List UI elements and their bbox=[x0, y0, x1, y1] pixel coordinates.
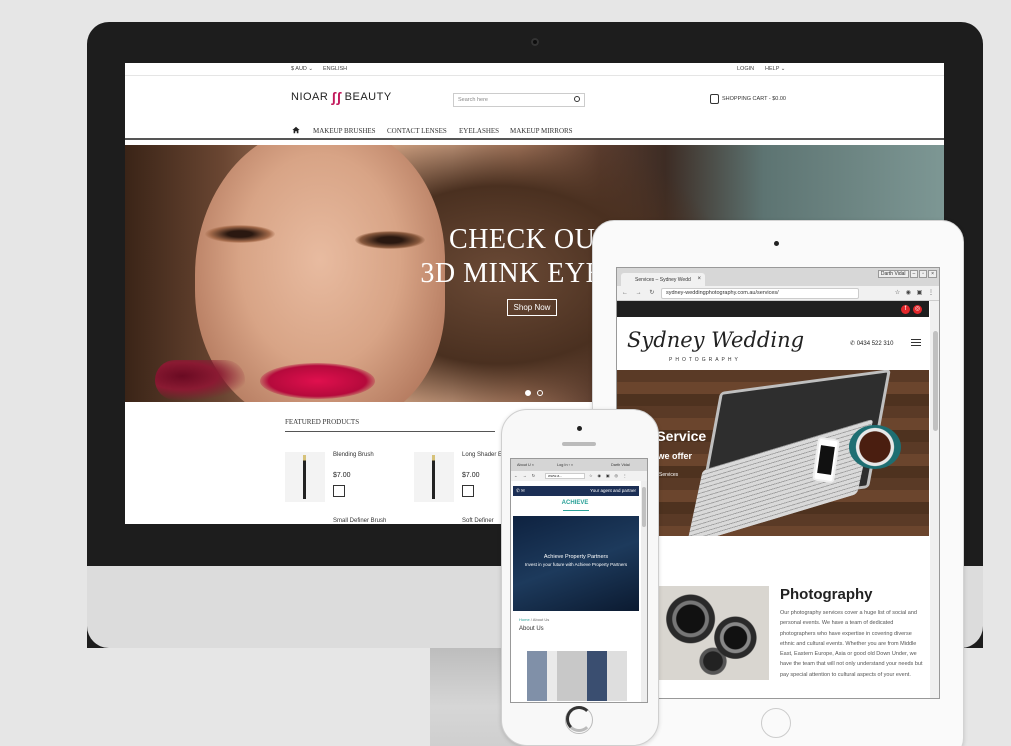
nioar-logo[interactable]: NIOAR ʃʃ BEAUTY bbox=[291, 89, 392, 105]
iphone-screen: About U × Log In ‹ × Darth Vidal ← → ↻ w… bbox=[510, 458, 648, 703]
window-controls: Darth Vidal – ▫ × bbox=[877, 270, 937, 278]
hero-subtitle: Invest in your future with Achieve Prope… bbox=[524, 562, 628, 567]
login-link[interactable]: LOGIN bbox=[737, 66, 754, 72]
breadcrumb-current: About Us bbox=[532, 617, 550, 622]
breadcrumb: Home / About Us bbox=[519, 617, 549, 622]
nav-item-makeup-mirrors[interactable]: MAKEUP MIRRORS bbox=[510, 127, 573, 135]
phone-number-text: 0434 522 310 bbox=[856, 341, 894, 347]
topbar-text: Your agent and partner bbox=[590, 488, 636, 493]
breadcrumb-home[interactable]: Home bbox=[519, 617, 530, 622]
browser-tab-strip: About U × Log In ‹ × Darth Vidal bbox=[511, 459, 647, 471]
product-name[interactable]: Long Shader E bbox=[462, 452, 502, 458]
scrollbar[interactable] bbox=[930, 301, 939, 698]
site-topbar bbox=[617, 301, 929, 317]
shopping-bag-icon bbox=[710, 94, 719, 104]
facebook-icon[interactable]: f bbox=[901, 305, 910, 314]
sydney-wedding-logo[interactable]: Sydney Wedding bbox=[627, 328, 804, 352]
ipad-screen: Services – Sydney Wedd × Darth Vidal – ▫… bbox=[616, 267, 940, 699]
logo-subtitle: PHOTOGRAPHY bbox=[669, 357, 741, 363]
hero-tea-cup bbox=[849, 425, 901, 469]
device-mockup-stage: $ AUD ⌄ ENGLISH LOGIN HELP ⌄ NIOAR ʃʃ BE… bbox=[0, 0, 1011, 746]
loading-spinner-icon bbox=[566, 706, 592, 732]
search-placeholder: Search here bbox=[458, 97, 488, 103]
product-name[interactable]: Soft Definer bbox=[462, 518, 494, 524]
extension-icons[interactable]: ☆ ◉ ▣ ⋮ bbox=[895, 289, 936, 296]
extension-icons[interactable]: ☆ ◉ ▣ ◎ ⋮ bbox=[589, 473, 629, 478]
iphone-camera bbox=[577, 426, 582, 431]
product-image[interactable] bbox=[414, 452, 454, 502]
product-name[interactable]: Blending Brush bbox=[333, 452, 374, 458]
add-to-cart-icon[interactable] bbox=[333, 485, 345, 497]
product-name[interactable]: Small Definer Brush bbox=[333, 518, 386, 524]
instagram-icon[interactable]: ◎ bbox=[913, 305, 922, 314]
product-price: $7.00 bbox=[462, 472, 480, 479]
product-price: $7.00 bbox=[333, 472, 351, 479]
scrollbar[interactable] bbox=[641, 481, 647, 702]
achieve-topbar: ✆ ✉ Your agent and partner bbox=[513, 486, 639, 496]
browser-tab[interactable]: About U × bbox=[517, 463, 534, 467]
language-selector[interactable]: ENGLISH bbox=[323, 66, 347, 72]
nav-item-contact-lenses[interactable]: CONTACT LENSES bbox=[387, 127, 447, 135]
slider-dot-active[interactable] bbox=[525, 390, 531, 396]
hero-title: Achieve Property Partners bbox=[543, 554, 609, 560]
logo-mark-icon: ʃʃ bbox=[331, 89, 342, 105]
tab-title: Services – Sydney Wedd bbox=[635, 277, 691, 283]
search-input[interactable]: Search here bbox=[453, 93, 585, 107]
imac-camera bbox=[531, 38, 539, 46]
hero-lips bbox=[260, 363, 375, 399]
browser-tab[interactable]: Services – Sydney Wedd × bbox=[621, 273, 705, 286]
featured-products-title: FEATURED PRODUCTS bbox=[285, 418, 495, 432]
close-tab-icon[interactable]: × bbox=[697, 276, 701, 282]
shop-now-button[interactable]: Shop Now bbox=[507, 299, 557, 316]
window-user-label: Darth Vidal bbox=[611, 463, 630, 467]
minimize-icon[interactable]: – bbox=[909, 270, 919, 278]
phone-number[interactable]: ✆ 0434 522 310 bbox=[850, 340, 893, 347]
maximize-icon[interactable]: ▫ bbox=[919, 270, 928, 278]
browser-toolbar: ← → ↻ ⌂ sydney-weddingphotography.com.au… bbox=[617, 286, 939, 301]
browser-nav-icons[interactable]: ← → ↻ bbox=[514, 473, 537, 478]
window-user-label: Darth Vidal bbox=[877, 270, 909, 278]
services-hero: r Service at we offer Services bbox=[617, 370, 929, 536]
product-image[interactable] bbox=[285, 452, 325, 502]
hero-eye-left bbox=[205, 225, 275, 243]
logo-right-text: BEAUTY bbox=[344, 91, 392, 103]
page-title: About Us bbox=[519, 626, 544, 632]
close-window-icon[interactable]: × bbox=[928, 270, 937, 278]
hero-nails bbox=[155, 360, 245, 400]
search-icon[interactable] bbox=[574, 96, 580, 102]
address-bar[interactable]: www.a... bbox=[545, 473, 585, 479]
section-title: Photography bbox=[780, 586, 873, 603]
cart-label: SHOPPING CART - $0.00 bbox=[722, 96, 786, 102]
browser-toolbar: ← → ↻ www.a... ☆ ◉ ▣ ◎ ⋮ bbox=[511, 471, 647, 481]
slider-dot[interactable] bbox=[537, 390, 543, 396]
browser-tab[interactable]: Log In ‹ × bbox=[557, 463, 573, 467]
nioar-topbar: $ AUD ⌄ ENGLISH LOGIN HELP ⌄ bbox=[125, 63, 944, 76]
add-to-cart-icon[interactable] bbox=[462, 485, 474, 497]
menu-icon[interactable] bbox=[911, 339, 921, 346]
home-icon[interactable] bbox=[292, 126, 300, 134]
achieve-hero: Achieve Property Partners Invest in your… bbox=[513, 516, 639, 611]
logo-left-text: NIOAR bbox=[291, 91, 329, 103]
shopping-cart-link[interactable]: SHOPPING CART - $0.00 bbox=[710, 94, 786, 104]
main-nav: MAKEUP BRUSHES CONTACT LENSES EYELASHES … bbox=[125, 122, 944, 140]
ipad-home-button[interactable] bbox=[761, 708, 791, 738]
phone-icon[interactable]: ✆ ✉ bbox=[516, 488, 525, 494]
nav-item-eyelashes[interactable]: EYELASHES bbox=[459, 127, 499, 135]
help-menu[interactable]: HELP ⌄ bbox=[765, 66, 785, 72]
hero-breadcrumb[interactable]: Services bbox=[659, 472, 678, 478]
about-image bbox=[527, 651, 627, 701]
phone-icon: ✆ bbox=[850, 341, 857, 347]
nav-item-makeup-brushes[interactable]: MAKEUP BRUSHES bbox=[313, 127, 376, 135]
address-bar[interactable]: sydney-weddingphotography.com.au/service… bbox=[661, 288, 859, 299]
currency-selector[interactable]: $ AUD ⌄ bbox=[291, 66, 313, 72]
logo-underline bbox=[563, 510, 589, 511]
achieve-logo[interactable]: ACHIEVE bbox=[511, 500, 639, 506]
ipad-camera bbox=[774, 241, 779, 246]
section-text: Our photography services cover a huge li… bbox=[780, 610, 923, 678]
browser-tab-strip: Services – Sydney Wedd × Darth Vidal – ▫… bbox=[617, 268, 939, 286]
photography-image bbox=[657, 586, 769, 680]
iphone-speaker bbox=[562, 442, 596, 446]
